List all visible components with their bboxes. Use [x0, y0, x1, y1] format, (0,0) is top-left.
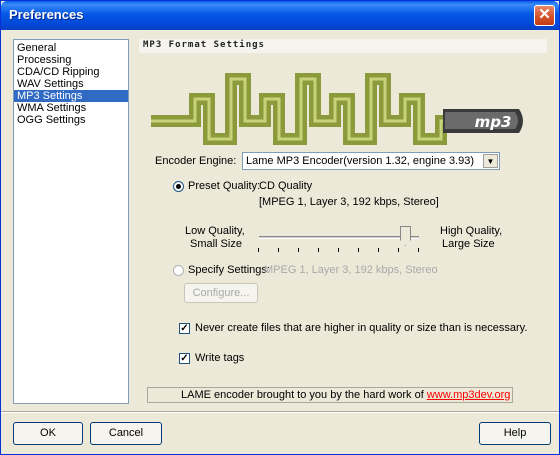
configure-button[interactable]: Configure...: [184, 283, 258, 303]
slider-tick: [298, 248, 299, 252]
preferences-window: Preferences ✕ General Processing CDA/CD …: [0, 0, 560, 455]
write-tags-checkbox[interactable]: ✓: [179, 353, 190, 364]
sidebar-item-wav-settings[interactable]: WAV Settings: [14, 78, 128, 90]
small-size-label: Small Size: [190, 238, 242, 250]
sidebar-item-processing[interactable]: Processing: [14, 54, 128, 66]
close-icon: ✕: [538, 6, 551, 23]
chevron-down-icon[interactable]: ▼: [483, 154, 498, 168]
encoder-engine-value: Lame MP3 Encoder(version 1.32, engine 3.…: [246, 155, 475, 167]
sidebar-item-ogg-settings[interactable]: OGG Settings: [14, 114, 128, 126]
footer-divider: [1, 411, 559, 413]
write-tags-label[interactable]: Write tags: [195, 352, 244, 364]
panel-title: MP3 Format Settings: [143, 40, 265, 50]
slider-tick: [318, 248, 319, 252]
specify-settings-value: MPEG 1, Layer 3, 192 kbps, Stereo: [264, 264, 438, 276]
slider-tick: [258, 248, 259, 252]
preset-quality-value: CD Quality: [259, 180, 313, 192]
slider-tick: [278, 248, 279, 252]
quality-slider-thumb[interactable]: [400, 226, 411, 246]
panel-header: MP3 Format Settings: [139, 39, 547, 53]
title-bar[interactable]: Preferences ✕: [1, 1, 559, 30]
help-button[interactable]: Help: [479, 422, 551, 445]
credit-bar: LAME encoder brought to you by the hard …: [147, 387, 513, 403]
never-create-label[interactable]: Never create files that are higher in qu…: [195, 322, 527, 334]
low-quality-label: Low Quality,: [185, 225, 245, 237]
mp3-settings-panel: MP3 Format Settings mp3 Encoder Engine: …: [139, 39, 547, 404]
ok-button[interactable]: OK: [13, 422, 83, 445]
never-create-checkbox[interactable]: ✓: [179, 323, 190, 334]
slider-tick: [338, 248, 339, 252]
preset-quality-label[interactable]: Preset Quality:: [188, 180, 260, 192]
mp3-logo-icon: mp3: [151, 73, 523, 145]
mp3-logo-text: mp3: [475, 113, 512, 131]
sidebar-item-cda-ripping[interactable]: CDA/CD Ripping: [14, 66, 128, 78]
specify-settings-label[interactable]: Specify Settings:: [188, 264, 270, 276]
category-list[interactable]: General Processing CDA/CD Ripping WAV Se…: [13, 39, 129, 404]
mp3dev-link[interactable]: www.mp3dev.org: [427, 389, 511, 401]
specify-settings-radio[interactable]: [173, 265, 184, 276]
large-size-label: Large Size: [442, 238, 495, 250]
preset-quality-detail: [MPEG 1, Layer 3, 192 kbps, Stereo]: [259, 196, 439, 208]
quality-slider-track[interactable]: [259, 236, 419, 239]
cancel-button[interactable]: Cancel: [90, 422, 162, 445]
slider-tick: [358, 248, 359, 252]
window-title: Preferences: [9, 7, 84, 22]
slider-tick: [378, 248, 379, 252]
sidebar-item-mp3-settings[interactable]: MP3 Settings: [14, 90, 128, 102]
slider-tick: [398, 248, 399, 252]
encoder-engine-select[interactable]: Lame MP3 Encoder(version 1.32, engine 3.…: [242, 152, 500, 170]
encoder-engine-label: Encoder Engine:: [155, 155, 237, 167]
slider-tick: [418, 248, 419, 252]
preset-quality-radio[interactable]: [173, 181, 184, 192]
sidebar-item-general[interactable]: General: [14, 42, 128, 54]
credit-text: LAME encoder brought to you by the hard …: [181, 389, 424, 401]
high-quality-label: High Quality,: [440, 225, 503, 237]
close-button[interactable]: ✕: [534, 5, 555, 26]
sidebar-item-wma-settings[interactable]: WMA Settings: [14, 102, 128, 114]
